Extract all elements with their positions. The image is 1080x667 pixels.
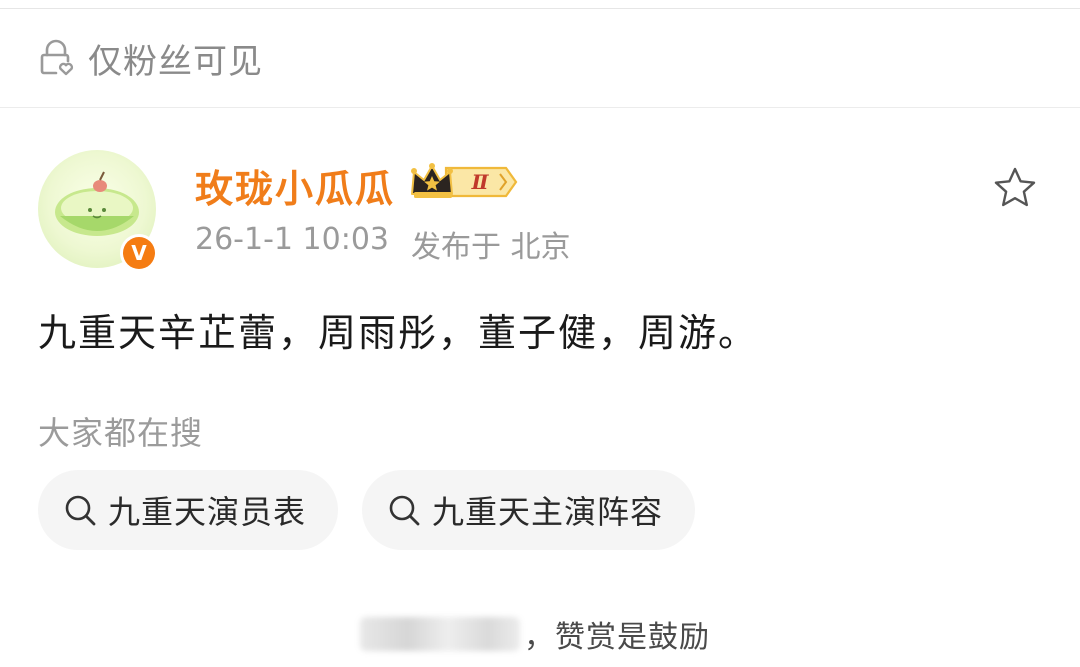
star-icon	[994, 167, 1036, 207]
search-chip[interactable]: 九重天演员表	[38, 470, 339, 550]
post-location: 发布于 北京	[411, 230, 571, 265]
search-icon	[386, 492, 422, 528]
post-timestamp: 26-1-1 10:03	[195, 222, 389, 257]
lock-heart-icon	[36, 38, 76, 78]
reward-text: ，赞赏是鼓励	[524, 620, 710, 655]
blurred-reward-text	[360, 617, 520, 651]
search-icon	[62, 492, 98, 528]
post-meta: 26-1-1 10:03 发布于 北京	[195, 222, 571, 266]
trending-search-chips: 九重天演员表 九重天主演阵容	[38, 470, 696, 550]
member-badge[interactable]: Ⅱ	[410, 162, 520, 202]
verified-mark: V	[123, 237, 155, 269]
privacy-bar: 仅粉丝可见	[0, 9, 1080, 107]
section-divider	[0, 107, 1080, 108]
author-name[interactable]: 玫珑小瓜瓜	[195, 158, 395, 213]
reward-row: ，赞赏是鼓励	[360, 612, 710, 656]
privacy-label: 仅粉丝可见	[88, 41, 263, 82]
trending-search-heading: 大家都在搜	[38, 414, 204, 452]
member-level: Ⅱ	[471, 170, 490, 194]
search-chip[interactable]: 九重天主演阵容	[362, 470, 696, 550]
search-chip-label: 九重天演员表	[108, 493, 307, 531]
verified-badge: V	[120, 234, 158, 272]
post-content: 九重天辛芷蕾，周雨彤，董子健，周游。	[38, 311, 759, 355]
favorite-button[interactable]	[990, 164, 1040, 214]
search-chip-label: 九重天主演阵容	[432, 493, 664, 531]
